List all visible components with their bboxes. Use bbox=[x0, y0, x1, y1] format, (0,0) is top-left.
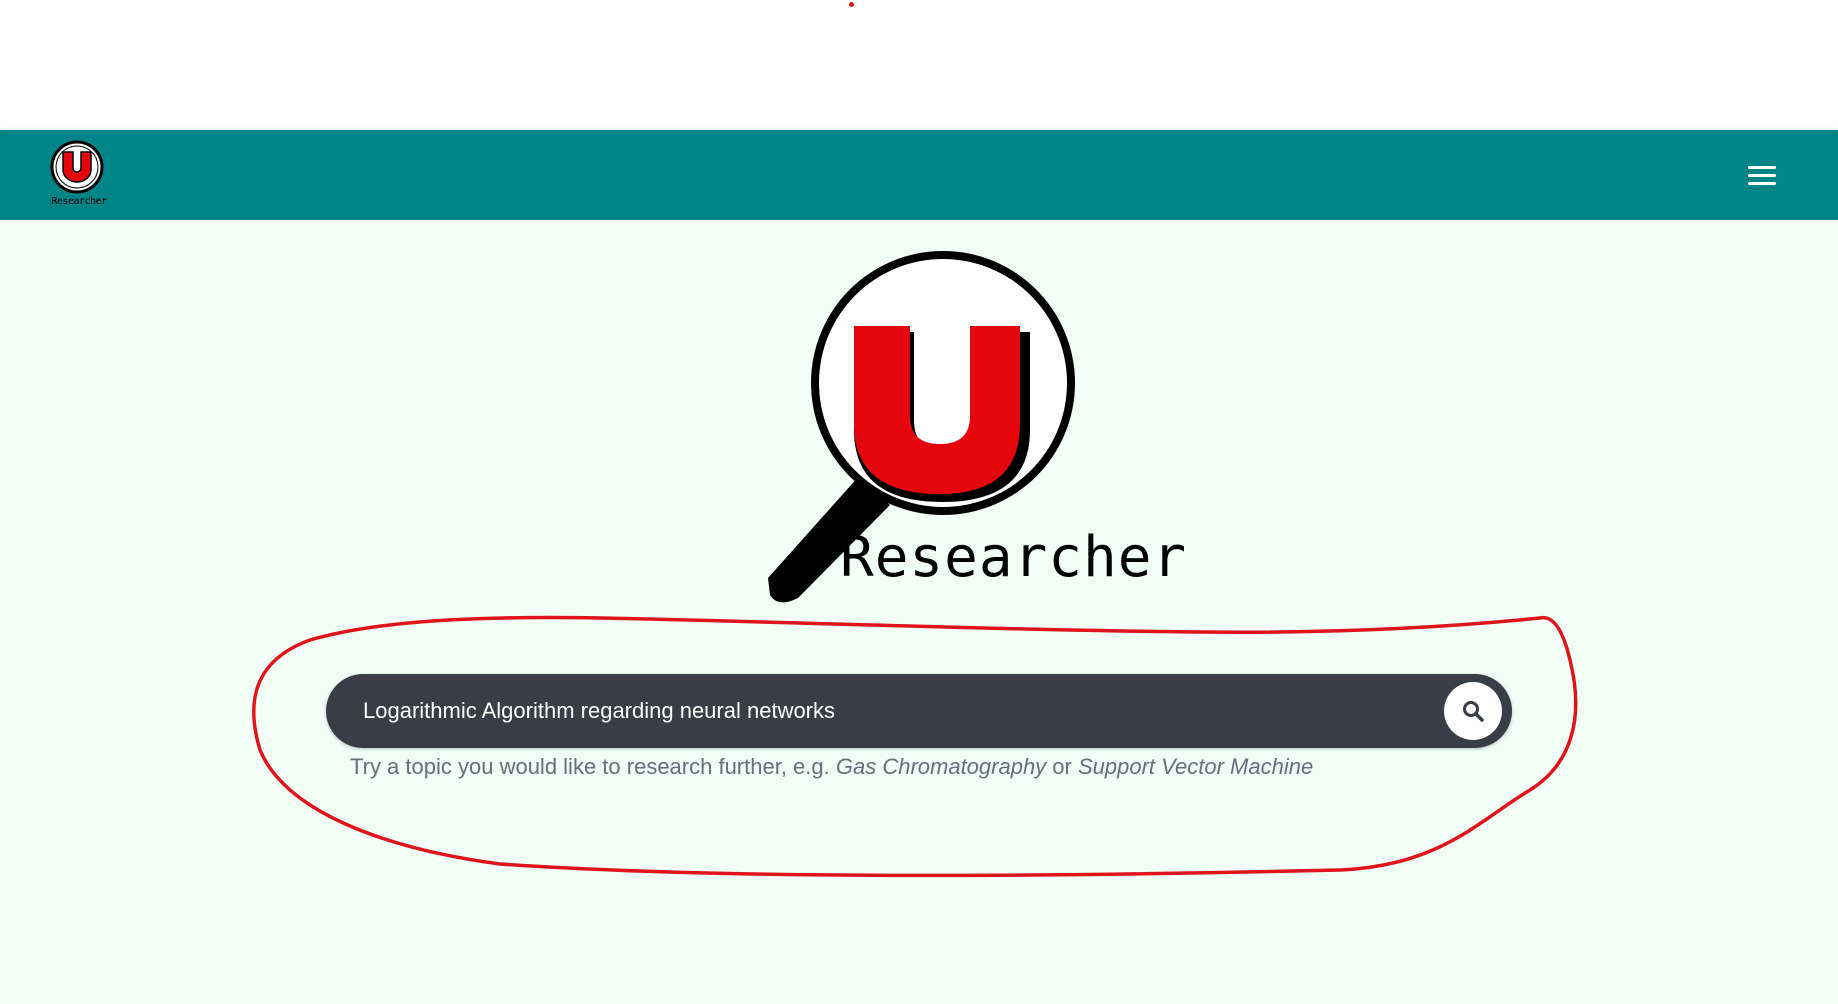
annotation-dot bbox=[849, 2, 854, 7]
top-blank-area bbox=[0, 0, 1838, 130]
menu-bar bbox=[1748, 165, 1776, 169]
hamburger-menu-button[interactable] bbox=[1740, 156, 1784, 194]
search-bar bbox=[326, 674, 1512, 748]
search-hint: Try a topic you would like to research f… bbox=[350, 754, 1313, 780]
search-icon bbox=[1463, 701, 1484, 722]
hero-logo: Researcher bbox=[720, 250, 1186, 610]
brand-logo-icon bbox=[50, 140, 104, 194]
hint-example-support-vector-machine: Support Vector Machine bbox=[1077, 754, 1314, 779]
main-content: Researcher Try a topic you would like to… bbox=[0, 220, 1838, 1004]
hint-connector: or bbox=[1046, 754, 1078, 779]
menu-bar bbox=[1748, 173, 1776, 177]
hint-prefix: Try a topic you would like to research f… bbox=[350, 754, 836, 779]
search-input[interactable] bbox=[326, 674, 1444, 748]
brand-logo-link[interactable]: Researcher bbox=[46, 138, 112, 210]
search-button[interactable] bbox=[1444, 682, 1502, 740]
brand-wordmark: Researcher bbox=[51, 196, 107, 207]
top-navbar: Researcher bbox=[0, 130, 1838, 220]
hero-wordmark: Researcher bbox=[840, 525, 1188, 590]
hint-example-gas-chromatography: Gas Chromatography bbox=[835, 754, 1047, 779]
menu-bar bbox=[1748, 181, 1776, 185]
